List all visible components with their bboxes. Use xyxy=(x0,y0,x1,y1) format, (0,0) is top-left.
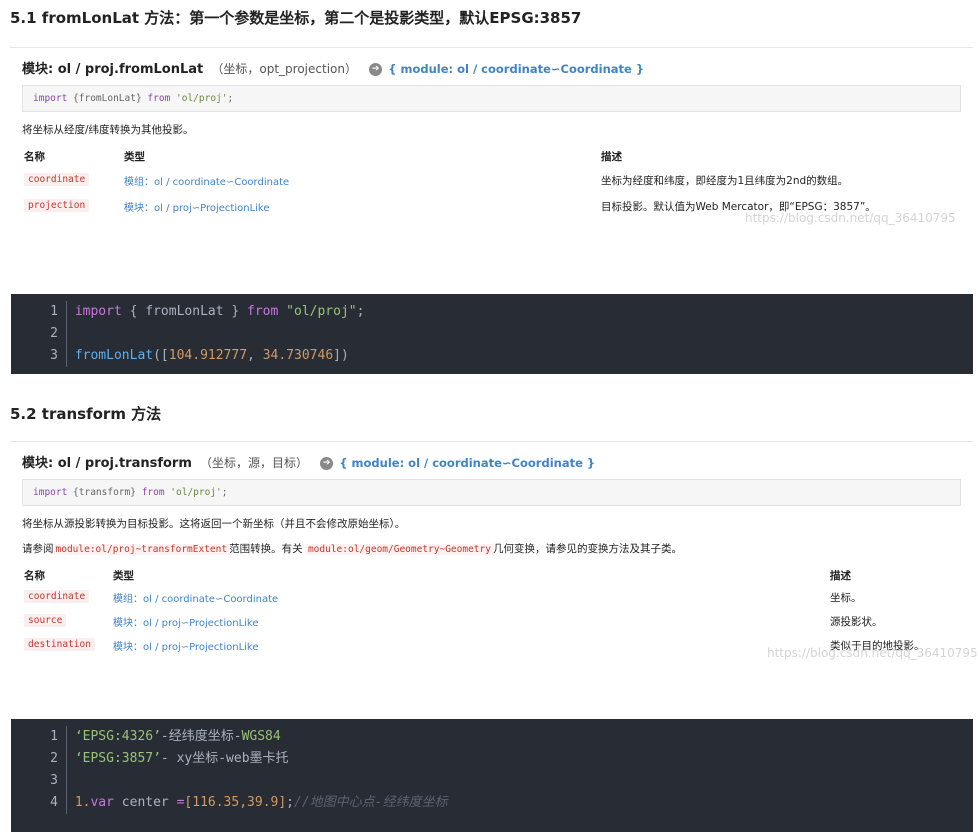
param-name: coordinate xyxy=(24,590,90,603)
param-type-link[interactable]: 模组：ol / coordinate∽Coordinate xyxy=(124,173,289,188)
import-code-box: import {transform} from 'ol/proj'; xyxy=(22,479,961,506)
see-code-link[interactable]: module:ol/proj~transformExtent xyxy=(53,544,230,555)
function-signature: （坐标，源，目标） xyxy=(200,456,309,470)
arrow-right-icon: ➔ xyxy=(320,457,334,470)
section-heading-fromlonlat: 5.1 fromLonLat 方法：第一个参数是坐标，第二个是投影类型，默认EP… xyxy=(10,9,582,27)
param-name: destination xyxy=(24,638,95,651)
function-signature: （坐标，opt_projection） xyxy=(211,62,357,76)
method-description: 将坐标从经度/纬度转换为其他投影。 xyxy=(22,124,194,136)
api-header: 模块: ol / proj.transform （坐标，源，目标） ➔ { mo… xyxy=(10,441,973,477)
return-type-link[interactable]: { module: ol / coordinate∽Coordinate } xyxy=(339,456,595,470)
code-block-fromlonlat: 1 import { fromLonLat } from "ol/proj"; … xyxy=(11,294,973,374)
col-type-header: 类型 xyxy=(113,570,134,582)
return-type-link[interactable]: { module: ol / coordinate∽Coordinate } xyxy=(388,62,644,76)
module-label: 模块: ol / proj.transform xyxy=(22,456,192,471)
see-code-link[interactable]: module:ol/geom/Geometry~Geometry xyxy=(305,544,493,555)
code-line: 1 ‘EPSG:4326’-经纬度坐标-WGS84 xyxy=(11,726,973,748)
api-block-transform: 模块: ol / proj.transform （坐标，源，目标） ➔ { mo… xyxy=(10,441,978,666)
param-type-link[interactable]: 模块：ol / proj∽ProjectionLike xyxy=(113,614,259,629)
param-type-link[interactable]: 模块：ol / proj∽ProjectionLike xyxy=(113,638,259,653)
param-description: 坐标。 xyxy=(830,592,862,604)
code-line: 1 import { fromLonLat } from "ol/proj"; xyxy=(11,301,973,323)
param-name: projection xyxy=(24,199,90,212)
col-desc-header: 描述 xyxy=(601,151,622,163)
api-block-fromlonlat: 模块: ol / proj.fromLonLat （坐标，opt_project… xyxy=(10,47,973,232)
code-line: 3 xyxy=(11,770,973,792)
code-line: 3 fromLonLat([104.912777, 34.730746]) xyxy=(11,345,973,367)
col-name-header: 名称 xyxy=(24,570,45,582)
col-name-header: 名称 xyxy=(24,151,45,163)
code-block-epsg: 1 ‘EPSG:4326’-经纬度坐标-WGS84 2 ‘EPSG:3857’-… xyxy=(11,719,973,832)
params-table: 名称 类型 描述 coordinate 模组：ol / coordinate∽C… xyxy=(10,566,978,666)
import-code-box: import {fromLonLat} from 'ol/proj'; xyxy=(22,85,961,112)
code-line: 4 1.var center =[116.35,39.9];//地图中心点-经纬… xyxy=(11,792,973,814)
param-description: 源投影状。 xyxy=(830,616,883,628)
arrow-right-icon: ➔ xyxy=(369,63,383,76)
api-header: 模块: ol / proj.fromLonLat （坐标，opt_project… xyxy=(10,47,973,83)
watermark: https://blog.csdn.net/qq_36410795 xyxy=(767,646,978,660)
col-type-header: 类型 xyxy=(124,151,145,163)
code-line: 2 xyxy=(11,323,973,345)
param-name: source xyxy=(24,614,67,627)
param-type-link[interactable]: 模组：ol / coordinate∽Coordinate xyxy=(113,590,278,605)
col-desc-header: 描述 xyxy=(830,570,851,582)
param-name: coordinate xyxy=(24,173,90,186)
code-line: 2 ‘EPSG:3857’- xy坐标-web墨卡托 xyxy=(11,748,973,770)
watermark: https://blog.csdn.net/qq_36410795 xyxy=(745,211,956,225)
module-label: 模块: ol / proj.fromLonLat xyxy=(22,62,204,77)
params-table: 名称 类型 描述 coordinate 模组：ol / coordinate∽C… xyxy=(10,147,973,232)
section-heading-transform: 5.2 transform 方法 xyxy=(10,405,162,423)
see-also-text: 请参阅 module:ol/proj~transformExtent 范围转换。有关… xyxy=(22,543,682,555)
param-description: 坐标为经度和纬度，即经度为1且纬度为2nd的数组。 xyxy=(601,175,849,187)
method-description: 将坐标从源投影转换为目标投影。这将返回一个新坐标（并且不会修改原始坐标）。 xyxy=(22,518,406,530)
param-type-link[interactable]: 模块：ol / proj∽ProjectionLike xyxy=(124,199,270,214)
